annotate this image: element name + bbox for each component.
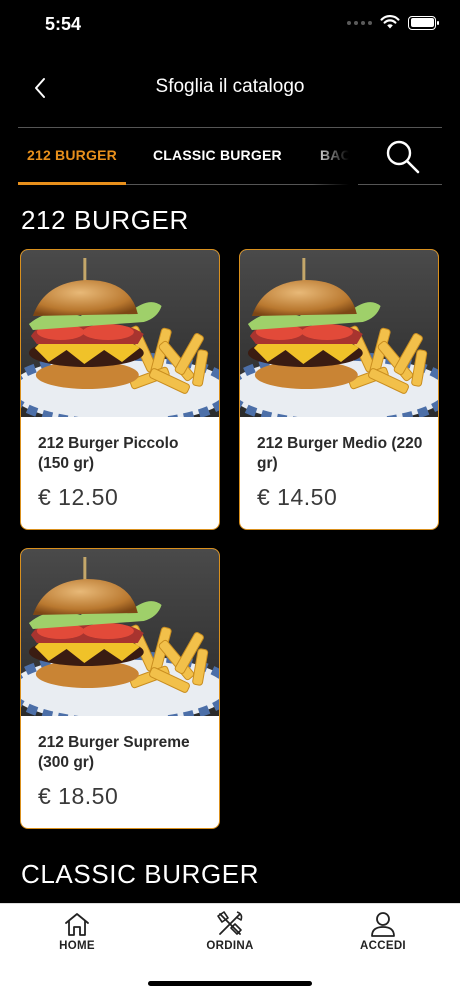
- search-button[interactable]: [384, 138, 422, 176]
- product-name: 212 Burger Supreme (300 gr): [38, 734, 190, 771]
- back-button[interactable]: [26, 74, 54, 102]
- product-image: [240, 250, 438, 417]
- utensils-icon: [217, 911, 243, 935]
- page-title: Sfoglia il catalogo: [155, 76, 305, 97]
- product-name: 212 Burger Piccolo (150 gr): [38, 435, 179, 472]
- nav-accedi[interactable]: ACCEDI: [338, 910, 428, 952]
- nav-accedi-label: ACCEDI: [360, 940, 406, 952]
- home-indicator: [148, 981, 312, 986]
- signal-icon: [347, 20, 372, 25]
- nav-home[interactable]: HOME: [32, 910, 122, 952]
- product-name: 212 Burger Medio (220 gr): [257, 435, 423, 472]
- section-title-classic-burger: CLASSIC BURGER: [21, 859, 260, 889]
- nav-ordina[interactable]: ORDINA: [185, 910, 275, 952]
- nav-ordina-label: ORDINA: [206, 940, 254, 952]
- tab-bacon[interactable]: BACON: [320, 128, 358, 185]
- navigation-bar: Sfoglia il catalogo: [0, 60, 460, 116]
- product-image: [21, 250, 219, 417]
- status-time: 5:54: [45, 14, 82, 34]
- category-tabs: 212 BURGER CLASSIC BURGER BACON: [18, 127, 442, 185]
- battery-icon: [408, 15, 439, 30]
- home-icon: [65, 913, 89, 936]
- product-price: € 12.50: [38, 484, 119, 510]
- tab-scroll[interactable]: 212 BURGER CLASSIC BURGER BACON: [18, 128, 358, 185]
- section-title-212-burger: 212 BURGER: [21, 205, 189, 235]
- user-icon: [371, 912, 395, 937]
- search-icon: [386, 140, 420, 174]
- product-card[interactable]: 212 Burger Medio (220 gr) € 14.50: [239, 249, 439, 530]
- product-image: [21, 549, 219, 716]
- product-card[interactable]: 212 Burger Piccolo (150 gr) € 12.50: [20, 249, 220, 530]
- status-bar: 5:54: [0, 0, 460, 50]
- product-price: € 14.50: [257, 484, 338, 510]
- tab-212-burger[interactable]: 212 BURGER: [18, 128, 126, 185]
- chevron-left-icon: [35, 78, 45, 98]
- wifi-icon: [380, 15, 400, 29]
- nav-home-label: HOME: [59, 940, 95, 952]
- bottom-navigation: HOME ORDINA ACCEDI: [0, 903, 460, 996]
- product-card[interactable]: 212 Burger Supreme (300 gr) € 18.50: [20, 548, 220, 829]
- tab-classic-burger[interactable]: CLASSIC BURGER: [153, 128, 282, 185]
- product-price: € 18.50: [38, 783, 119, 809]
- status-icons: [347, 15, 439, 30]
